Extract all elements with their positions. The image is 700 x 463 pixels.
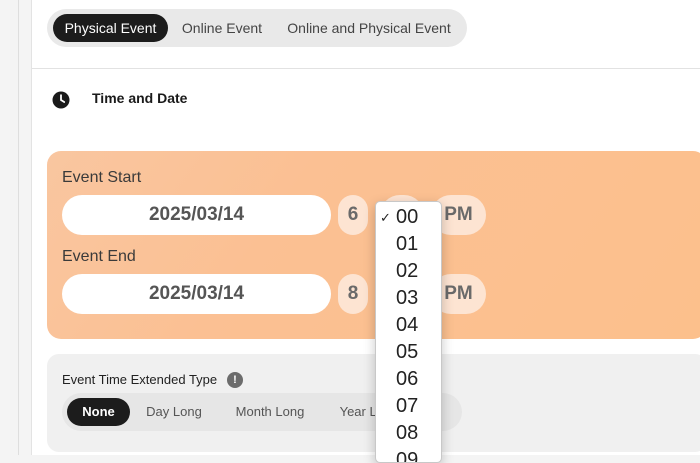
event-type-physical[interactable]: Physical Event: [53, 14, 168, 42]
event-start-label: Event Start: [62, 169, 142, 186]
minute-option-02[interactable]: 02: [376, 258, 441, 285]
extended-type-label: Event Time Extended Type: [62, 372, 218, 387]
minute-option-05[interactable]: 05: [376, 339, 441, 366]
minute-option-01[interactable]: 01: [376, 231, 441, 258]
event-end-hour[interactable]: 8: [338, 274, 368, 314]
event-type-online-and-physical[interactable]: Online and Physical Event: [277, 14, 461, 42]
minute-option-00[interactable]: ✓ 00: [376, 204, 441, 231]
section-title: Time and Date: [92, 90, 188, 106]
section-divider: [32, 68, 700, 69]
event-start-hour[interactable]: 6: [338, 195, 368, 235]
event-type-online[interactable]: Online Event: [171, 14, 273, 42]
minute-option-08[interactable]: 08: [376, 420, 441, 447]
info-icon[interactable]: !: [227, 372, 243, 388]
event-type-selector: Physical Event Online Event Online and P…: [47, 9, 467, 47]
event-end-date[interactable]: 2025/03/14: [62, 274, 331, 314]
check-icon: ✓: [380, 210, 391, 225]
extended-type-day-long[interactable]: Day Long: [136, 398, 212, 426]
minute-option-09[interactable]: 09: [376, 447, 441, 462]
extended-type-none[interactable]: None: [67, 398, 130, 426]
event-end-label: Event End: [62, 248, 136, 265]
left-rail: [0, 0, 19, 455]
minute-option-07[interactable]: 07: [376, 393, 441, 420]
minute-option-03[interactable]: 03: [376, 285, 441, 312]
minute-option-06[interactable]: 06: [376, 366, 441, 393]
clock-icon: [52, 91, 70, 109]
extended-type-month-long[interactable]: Month Long: [220, 398, 320, 426]
minute-dropdown[interactable]: ✓ 00 01 02 03 04 05 06 07 08 09: [375, 201, 442, 463]
event-start-date[interactable]: 2025/03/14: [62, 195, 331, 235]
minute-option-04[interactable]: 04: [376, 312, 441, 339]
